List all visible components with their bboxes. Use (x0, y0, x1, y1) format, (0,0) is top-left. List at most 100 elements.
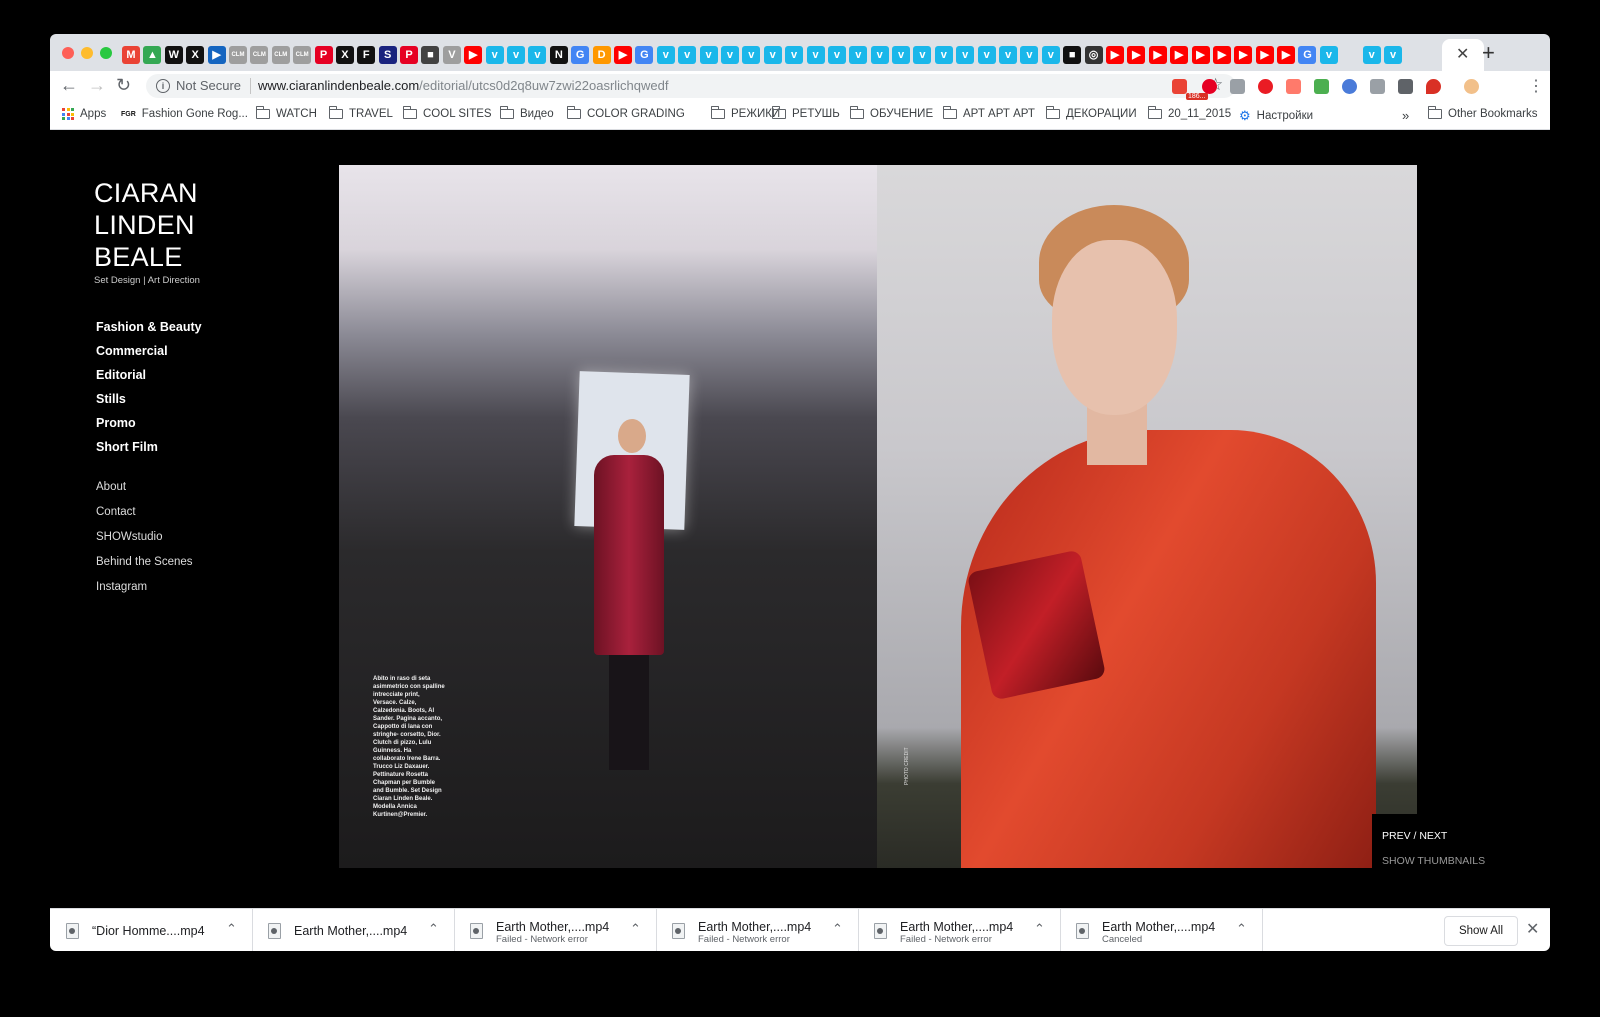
tab-favicon-icon[interactable]: D (592, 46, 611, 64)
tab-favicon-icon[interactable]: v (1041, 46, 1060, 64)
tab-favicon-icon[interactable]: N (549, 46, 568, 64)
tab-favicon-icon[interactable]: G (1298, 46, 1317, 64)
tab-favicon-icon[interactable]: ▶ (1277, 46, 1296, 64)
tab-favicon-icon[interactable]: v (763, 46, 782, 64)
bookmark-обучение[interactable]: ОБУЧЕНИЕ (849, 106, 933, 120)
download-item[interactable]: Earth Mother,....mp4 Failed - Network err… (656, 909, 859, 951)
security-status[interactable]: Not Secure (176, 78, 241, 93)
tab-favicon-icon[interactable]: v (507, 46, 526, 64)
forward-arrow-icon[interactable]: → (88, 75, 106, 96)
tab-favicon-icon[interactable]: ▶ (1170, 46, 1189, 64)
tab-favicon-icon[interactable]: v (1319, 46, 1338, 64)
close-window-button[interactable] (62, 47, 74, 59)
tab-favicon-icon[interactable]: ■ (421, 46, 440, 64)
shield-extension-icon[interactable] (1370, 79, 1385, 94)
tab-favicon-icon[interactable] (1341, 46, 1359, 64)
tab-favicon-icon[interactable]: v (656, 46, 675, 64)
nav-link-behind-the-scenes[interactable]: Behind the Scenes (96, 554, 193, 579)
tab-favicon-icon[interactable]: F (357, 46, 376, 64)
tab-favicon-icon[interactable]: ▶ (464, 46, 483, 64)
gmail-extension-icon[interactable] (1172, 79, 1187, 94)
nav-link-about[interactable]: About (96, 479, 193, 504)
tab-favicon-icon[interactable]: v (699, 46, 718, 64)
show-all-button[interactable]: Show All (1444, 916, 1518, 946)
avatar[interactable] (1464, 79, 1479, 94)
bookmark-режики[interactable]: РЕЖИКИ (710, 106, 780, 120)
tab-favicon-icon[interactable]: v (892, 46, 911, 64)
tab-favicon-icon[interactable]: ▶ (207, 46, 226, 64)
tab-favicon-icon[interactable]: CLM (228, 46, 247, 64)
tab-favicon-icon[interactable]: ▶ (1255, 46, 1274, 64)
tab-favicon-icon[interactable]: ▶ (1148, 46, 1167, 64)
bookmark-apps[interactable]: Apps (62, 108, 106, 120)
tab-favicon-icon[interactable]: P (400, 46, 419, 64)
reload-icon[interactable]: ↻ (116, 75, 131, 96)
location-pin-icon[interactable] (1426, 79, 1441, 94)
bookmark-travel[interactable]: TRAVEL (328, 106, 393, 120)
extension-icon[interactable] (1230, 79, 1245, 94)
pocket-extension-icon[interactable] (1398, 79, 1413, 94)
bookmark-color-grading[interactable]: COLOR GRADING (566, 106, 685, 120)
other-bookmarks[interactable]: Other Bookmarks (1427, 106, 1537, 120)
tab-favicon-icon[interactable]: ▶ (1105, 46, 1124, 64)
nav-link-stills[interactable]: Stills (96, 391, 202, 415)
download-item[interactable]: “Dior Homme....mp4 ⌃ (50, 909, 253, 951)
tab-favicon-icon[interactable]: v (870, 46, 889, 64)
tab-favicon-icon[interactable]: CLM (250, 46, 269, 64)
opera-extension-icon[interactable] (1258, 79, 1273, 94)
puzzle-extension-icon[interactable] (1314, 79, 1329, 94)
tab-favicon-icon[interactable]: ■ (1063, 46, 1082, 64)
bookmark-декорации[interactable]: ДЕКОРАЦИИ (1045, 106, 1137, 120)
nav-link-promo[interactable]: Promo (96, 415, 202, 439)
tab-favicon-icon[interactable]: v (956, 46, 975, 64)
tab-favicon-icon[interactable]: ▶ (1191, 46, 1210, 64)
tab-favicon-icon[interactable]: v (785, 46, 804, 64)
prev-next-link[interactable]: PREV / NEXT (1382, 830, 1447, 842)
tab-close-icon[interactable]: ✕ (1456, 44, 1469, 64)
chevron-up-icon[interactable]: ⌃ (630, 921, 641, 937)
tab-favicon-icon[interactable]: v (934, 46, 953, 64)
tab-favicon-icon[interactable]: v (827, 46, 846, 64)
nav-link-editorial[interactable]: Editorial (96, 367, 202, 391)
pinterest-extension-icon[interactable] (1202, 79, 1217, 94)
tab-favicon-icon[interactable]: v (999, 46, 1018, 64)
chevron-up-icon[interactable]: ⌃ (1236, 921, 1247, 937)
tab-favicon-icon[interactable]: v (913, 46, 932, 64)
tab-favicon-icon[interactable]: v (806, 46, 825, 64)
download-item[interactable]: Earth Mother,....mp4 Failed - Network err… (454, 909, 657, 951)
minimize-window-button[interactable] (81, 47, 93, 59)
tab-favicon-icon[interactable]: W (164, 46, 183, 64)
download-item[interactable]: Earth Mother,....mp4 Canceled ⌃ (1060, 909, 1263, 951)
close-shelf-icon[interactable]: ✕ (1526, 919, 1539, 939)
url-text[interactable]: www.ciaranlindenbeale.com/editorial/utcs… (258, 78, 668, 93)
tab-favicon-icon[interactable]: ▶ (1127, 46, 1146, 64)
nav-link-short-film[interactable]: Short Film (96, 439, 202, 463)
bookmarks-overflow-chevron-icon[interactable]: » (1402, 108, 1409, 123)
chevron-up-icon[interactable]: ⌃ (428, 921, 439, 937)
tab-favicon-icon[interactable]: ◎ (1084, 46, 1103, 64)
tab-favicon-icon[interactable]: ▶ (613, 46, 632, 64)
tab-favicon-icon[interactable]: v (742, 46, 761, 64)
tab-favicon-icon[interactable]: M (122, 46, 140, 64)
info-icon[interactable]: i (156, 79, 170, 93)
sync-extension-icon[interactable] (1342, 79, 1357, 94)
address-bar[interactable]: i Not Secure www.ciaranlindenbeale.com/e… (146, 74, 1236, 98)
tab-favicon-icon[interactable]: v (1384, 46, 1403, 64)
tab-favicon-icon[interactable]: CLM (293, 46, 312, 64)
bookmark-видео[interactable]: Видео (499, 106, 554, 120)
tab-favicon-icon[interactable]: v (977, 46, 996, 64)
tab-favicon-icon[interactable]: CLM (271, 46, 290, 64)
bookmark-watch[interactable]: WATCH (255, 106, 317, 120)
show-thumbnails-link[interactable]: SHOW THUMBNAILS (1382, 855, 1485, 867)
chevron-up-icon[interactable]: ⌃ (1034, 921, 1045, 937)
nav-link-fashion-beauty[interactable]: Fashion & Beauty (96, 319, 202, 343)
tab-favicon-icon[interactable]: X (186, 46, 205, 64)
new-tab-button[interactable]: + (1482, 40, 1495, 66)
tab-favicon-icon[interactable]: ▶ (1212, 46, 1231, 64)
chevron-up-icon[interactable]: ⌃ (832, 921, 843, 937)
tab-favicon-icon[interactable]: X (335, 46, 354, 64)
tab-favicon-icon[interactable]: v (485, 46, 504, 64)
tab-favicon-icon[interactable]: v (528, 46, 547, 64)
bookmark-cool-sites[interactable]: COOL SITES (402, 106, 492, 120)
more-menu-icon[interactable]: ⋮ (1528, 76, 1544, 96)
